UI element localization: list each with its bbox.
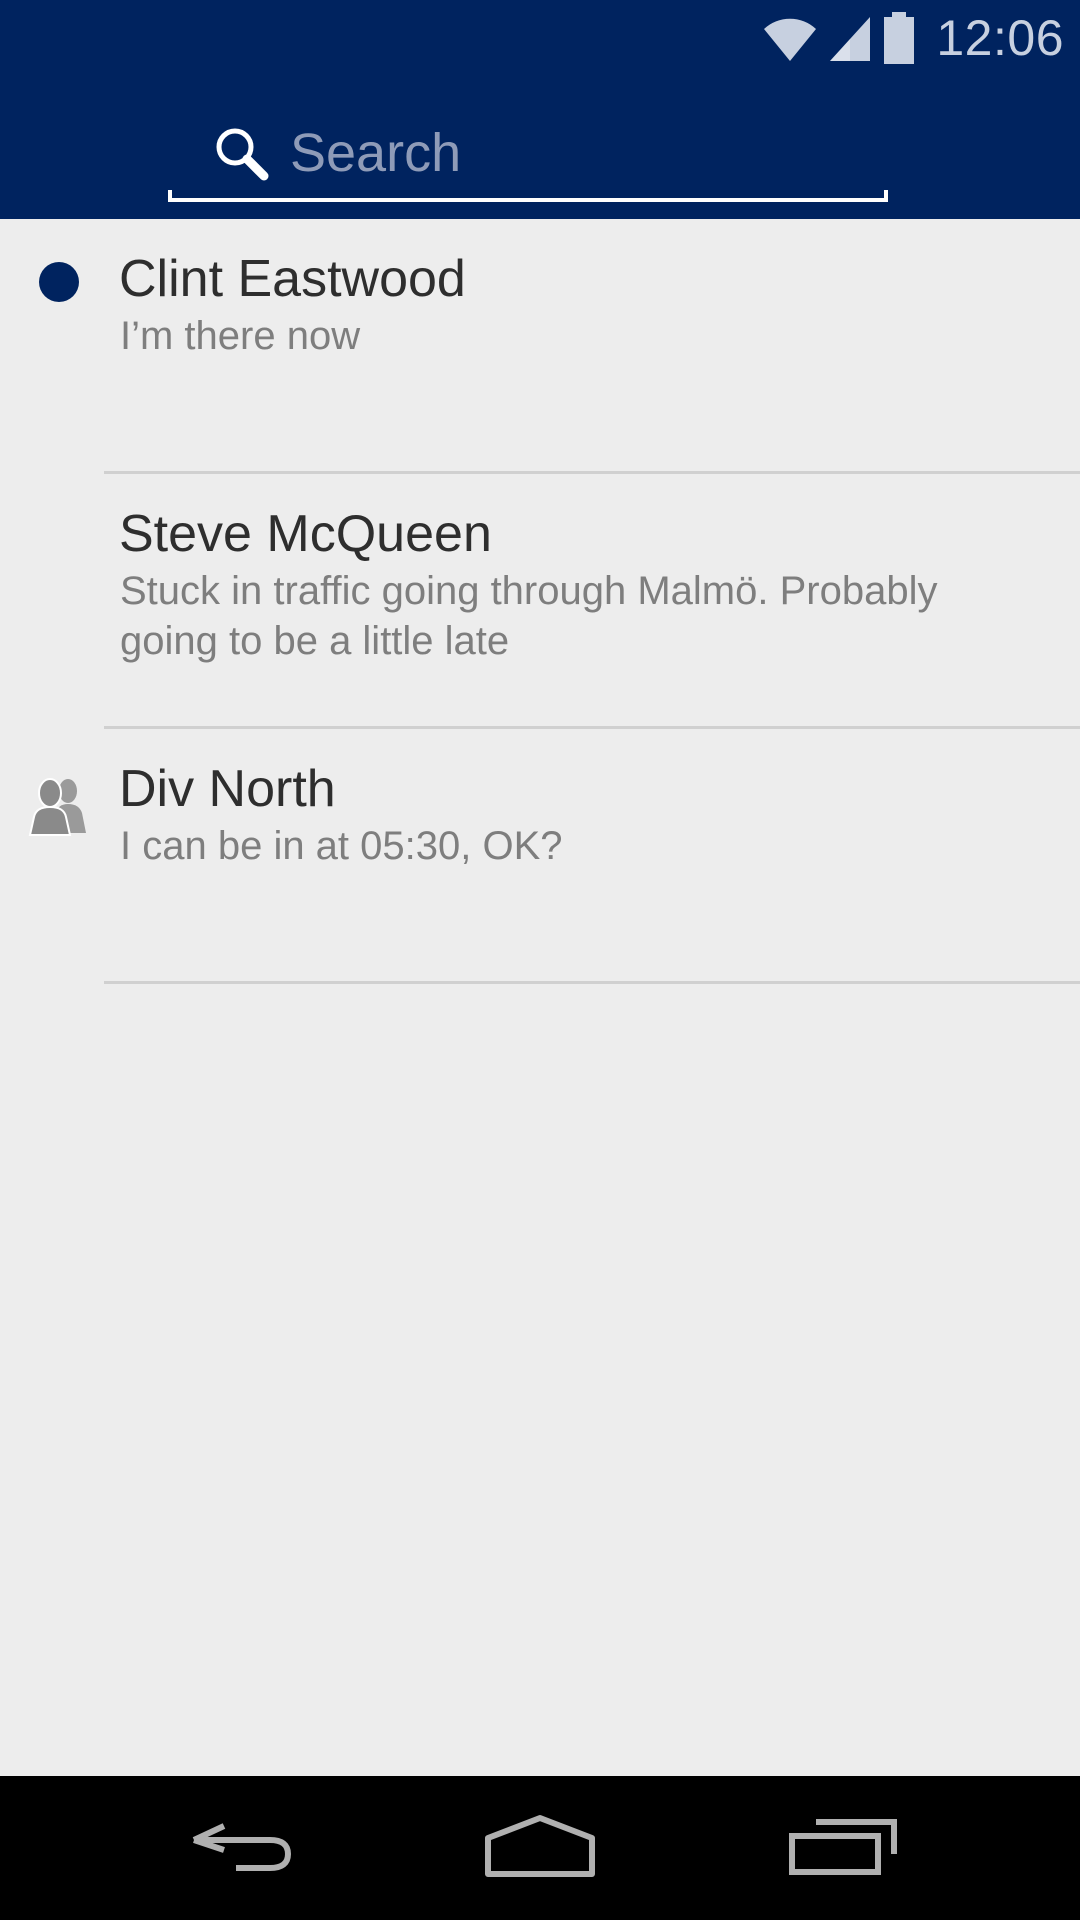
search-bar[interactable] xyxy=(168,110,888,202)
conversation-name: Clint Eastwood xyxy=(119,250,466,308)
group-icon xyxy=(28,778,86,836)
conversation-message: I’m there now xyxy=(120,314,361,358)
home-icon[interactable] xyxy=(480,1802,600,1892)
conversation-message: I can be in at 05:30, OK? xyxy=(120,824,563,868)
conversation-list: Clint Eastwood I’m there now Steve McQue… xyxy=(0,219,1080,984)
status-bar: 12:06 xyxy=(0,0,1080,75)
conversation-item-steve-mcqueen[interactable]: Steve McQueen Stuck in traffic going thr… xyxy=(0,474,1080,729)
messages-screen: 12:06 Clint Eastwood I’m there now Steve… xyxy=(0,0,1080,1920)
app-header: 12:06 xyxy=(0,0,1080,219)
wifi-icon xyxy=(764,18,817,61)
status-icons: 12:06 xyxy=(762,8,1064,68)
conversation-item-div-north[interactable]: Div North I can be in at 05:30, OK? xyxy=(0,729,1080,984)
conversation-item-clint-eastwood[interactable]: Clint Eastwood I’m there now xyxy=(0,219,1080,474)
conversation-name: Div North xyxy=(119,760,336,818)
cell-signal-icon xyxy=(830,17,871,61)
battery-icon xyxy=(884,12,915,64)
search-underline xyxy=(168,190,888,202)
recent-apps-icon[interactable] xyxy=(782,1802,902,1892)
conversation-name: Steve McQueen xyxy=(119,505,492,563)
status-time: 12:06 xyxy=(936,10,1064,66)
search-input[interactable] xyxy=(290,118,860,188)
unread-indicator xyxy=(39,262,79,302)
list-divider xyxy=(104,981,1080,984)
back-icon[interactable] xyxy=(180,1802,300,1892)
conversation-message: Stuck in traffic going through Malmö. Pr… xyxy=(120,569,938,663)
navigation-bar xyxy=(0,1776,1080,1920)
search-icon xyxy=(216,128,269,181)
